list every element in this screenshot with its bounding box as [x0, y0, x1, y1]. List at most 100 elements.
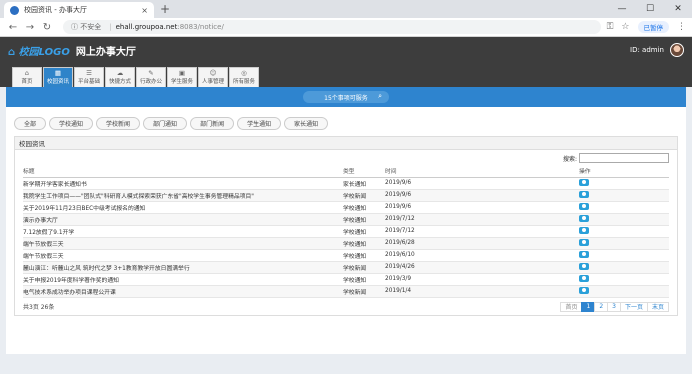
- avatar[interactable]: [670, 43, 684, 57]
- tab-home[interactable]: ⌂ 首页: [12, 67, 42, 87]
- user-id: ID: admin: [630, 46, 664, 54]
- filter-student-notice[interactable]: 学生通知: [237, 117, 282, 130]
- search-band: 15个事项可服务 ⌕: [6, 87, 686, 107]
- row-title: 7.12放假了9.1开学: [23, 225, 343, 238]
- view-eye-icon[interactable]: [579, 274, 589, 282]
- module-tabbar: ⌂ 首页 ▦ 校园资讯 ☰ 平台基础 ☁ 快捷方式 ✎ 行政办公 ▣ 学生服务 ☺ 人事管理 …: [0, 63, 692, 87]
- tab-label: 所有服务: [232, 79, 255, 85]
- view-eye-icon[interactable]: [579, 202, 589, 210]
- row-title: 电气技术系成功举办项目课程公开课: [23, 285, 343, 298]
- tab-campus-news[interactable]: ▦ 校园资讯: [43, 67, 73, 87]
- service-search-input[interactable]: 15个事项可服务 ⌕: [303, 91, 389, 103]
- filter-school-notice[interactable]: 学校通知: [49, 117, 94, 130]
- minimize-icon[interactable]: —: [608, 0, 636, 18]
- url-field[interactable]: ⓘ 不安全 | ehall.groupoa.net :8083/notice/: [63, 20, 601, 34]
- star-icon[interactable]: ☆: [621, 22, 629, 32]
- page-last[interactable]: 末页: [646, 301, 669, 312]
- url-separator: |: [109, 23, 112, 31]
- filter-school-news[interactable]: 学校新闻: [96, 117, 141, 130]
- table-search: 搜索:: [23, 153, 669, 163]
- table-row: 关于2019年11月23日BEC中级考试报名的通知 学校通知 2019/9/6: [23, 201, 669, 214]
- row-type: 学校通知: [343, 201, 385, 214]
- page-first[interactable]: 首页: [560, 301, 583, 312]
- col-action: 操作: [579, 165, 669, 178]
- tab-student-services[interactable]: ▣ 学生服务: [167, 67, 197, 87]
- home-icon: ⌂: [24, 69, 30, 77]
- users-icon: ☺: [209, 69, 217, 77]
- back-icon[interactable]: ←: [6, 22, 20, 33]
- tab-label: 行政办公: [139, 79, 162, 85]
- cloud-icon: ☁: [116, 69, 124, 77]
- view-eye-icon[interactable]: [579, 286, 589, 294]
- paused-badge[interactable]: 已暂停: [637, 21, 669, 33]
- row-type: 家长通知: [343, 177, 385, 190]
- view-eye-icon[interactable]: [579, 226, 589, 234]
- page-next[interactable]: 下一页: [619, 301, 648, 312]
- table-row: 演示办事大厅 学校通知 2019/7/12: [23, 213, 669, 226]
- menu-icon[interactable]: ⋮: [677, 22, 686, 32]
- close-window-icon[interactable]: ✕: [664, 0, 692, 18]
- row-date: 2019/1/4: [385, 285, 579, 298]
- site-info-label[interactable]: ⓘ 不安全: [71, 22, 101, 32]
- view-eye-icon[interactable]: [579, 178, 589, 186]
- view-eye-icon[interactable]: [579, 214, 589, 222]
- news-table: 标题 类型 时间 操作 新学期开学客家长通知书 家长通知 2019/9/6 我院学生…: [23, 165, 669, 298]
- page-2[interactable]: 2: [594, 301, 609, 312]
- filter-all[interactable]: 全部: [14, 117, 47, 130]
- window-controls: — ☐ ✕: [608, 0, 692, 18]
- pagination: 首页 1 2 3 下一页 末页: [560, 301, 669, 312]
- tab-platform[interactable]: ☰ 平台基础: [74, 67, 104, 87]
- row-type: 学校通知: [343, 249, 385, 262]
- tab-admin-office[interactable]: ✎ 行政办公: [136, 67, 166, 87]
- row-type: 学校新闻: [343, 261, 385, 274]
- service-search-placeholder: 15个事项可服务: [324, 94, 368, 102]
- search-icon[interactable]: ⌕: [378, 92, 382, 101]
- new-tab-button[interactable]: +: [160, 3, 170, 15]
- page-3[interactable]: 3: [607, 301, 621, 312]
- filter-dept-notice[interactable]: 部门通知: [143, 117, 188, 130]
- table-row: 端午节放假三天 学校通知 2019/6/10: [23, 249, 669, 262]
- table-search-input[interactable]: [579, 153, 669, 163]
- url-host: ehall.groupoa.net: [115, 23, 178, 31]
- key-icon[interactable]: ⚿: [607, 22, 614, 32]
- tab-label: 校园资讯: [46, 79, 69, 85]
- tab-label: 快捷方式: [108, 79, 131, 85]
- row-title: 新学期开学客家长通知书: [23, 177, 343, 190]
- row-title: 演示办事大厅: [23, 213, 343, 226]
- tab-shortcuts[interactable]: ☁ 快捷方式: [105, 67, 135, 87]
- tab-hr[interactable]: ☺ 人事管理: [198, 67, 228, 87]
- page-summary: 共3页 26条: [23, 304, 55, 311]
- view-eye-icon[interactable]: [579, 250, 589, 258]
- page-1[interactable]: 1: [581, 301, 596, 312]
- close-tab-icon[interactable]: ×: [141, 6, 148, 15]
- table-row: 我院学生工作项目——"团队式"科研育人模式探索荣获广东省"高校学生事务管理精品项…: [23, 189, 669, 202]
- tab-label: 首页: [21, 79, 33, 85]
- col-title[interactable]: 标题: [23, 165, 343, 178]
- maximize-icon[interactable]: ☐: [636, 0, 664, 18]
- view-eye-icon[interactable]: [579, 262, 589, 270]
- row-date: 2019/3/9: [385, 273, 579, 286]
- reload-icon[interactable]: ↻: [40, 22, 54, 33]
- row-date: 2019/6/10: [385, 249, 579, 262]
- tab-all-services[interactable]: ◎ 所有服务: [229, 67, 259, 87]
- browser-tab[interactable]: 校园资讯 - 办事大厅 ×: [4, 2, 154, 18]
- url-path: :8083/notice/: [177, 23, 224, 31]
- search-label: 搜索:: [562, 155, 577, 163]
- col-type[interactable]: 类型: [343, 165, 385, 178]
- tab-label: 学生服务: [170, 79, 193, 85]
- list-icon: ☰: [86, 69, 92, 77]
- col-date[interactable]: 时间: [385, 165, 579, 178]
- view-eye-icon[interactable]: [579, 190, 589, 198]
- row-title: 关于申报2019年度科学著作奖的通知: [23, 273, 343, 286]
- view-eye-icon[interactable]: [579, 238, 589, 246]
- row-type: 学校通知: [343, 213, 385, 226]
- filter-dept-news[interactable]: 部门新闻: [190, 117, 235, 130]
- forward-icon[interactable]: →: [23, 22, 37, 33]
- filter-parent-notice[interactable]: 家长通知: [284, 117, 329, 130]
- row-title: 我院学生工作项目——"团队式"科研育人模式探索荣获广东省"高校学生事务管理精品项…: [23, 189, 343, 202]
- tab-title: 校园资讯 - 办事大厅: [24, 6, 87, 14]
- row-date: 2019/4/26: [385, 261, 579, 274]
- app-header: ⌂ 校园LOGO 网上办事大厅 ID: admin: [0, 37, 692, 63]
- table-row: 端午节放假三天 学校通知 2019/6/28: [23, 237, 669, 250]
- services-icon: ◎: [241, 69, 247, 77]
